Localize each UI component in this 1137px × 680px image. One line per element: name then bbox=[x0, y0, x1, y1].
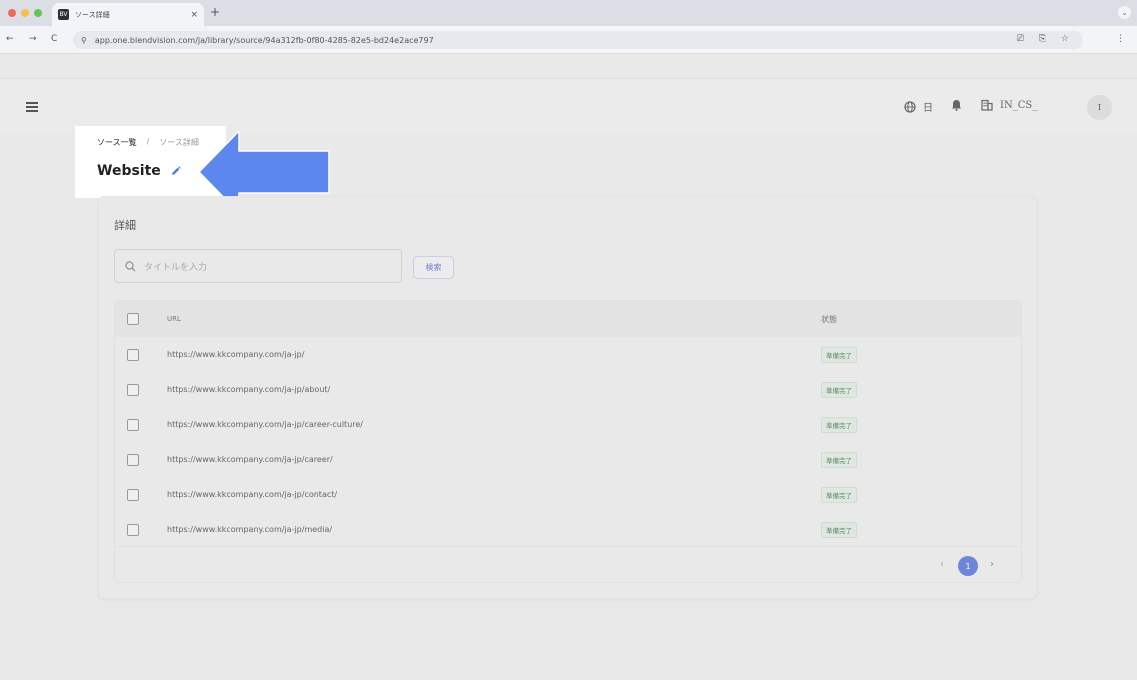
pencil-icon[interactable] bbox=[171, 166, 181, 176]
window-minimize-button[interactable] bbox=[21, 9, 29, 17]
details-section-title: 詳細 bbox=[114, 219, 136, 232]
status-badge: 準備完了 bbox=[821, 416, 857, 433]
pagination: ‹ 1 › bbox=[115, 546, 1021, 582]
language-switcher[interactable]: 日 bbox=[904, 99, 933, 114]
details-card: 詳細 タイトルを入力 検索 URL 状態 https://www.kkcompa… bbox=[98, 196, 1037, 599]
status-column-header: 状態 bbox=[821, 314, 837, 324]
table-row[interactable]: https://www.kkcompany.com/ja-jp/media/ 準… bbox=[115, 512, 1021, 547]
window-close-button[interactable] bbox=[8, 9, 16, 17]
globe-icon bbox=[904, 100, 916, 113]
tab-close-icon[interactable]: × bbox=[190, 10, 198, 20]
pagination-page-1[interactable]: 1 bbox=[958, 556, 978, 576]
breadcrumb: ソース一覧 / ソース詳細 bbox=[97, 137, 199, 148]
address-bar[interactable]: ⚲ app.one.blendvision.com/ja/library/sou… bbox=[73, 31, 1083, 49]
breadcrumb-source-list-link[interactable]: ソース一覧 bbox=[97, 137, 137, 148]
omnibox-actions-icon[interactable]: ⎚ ⎘ ☆ bbox=[1017, 34, 1075, 44]
user-avatar[interactable]: I bbox=[1087, 95, 1112, 120]
organization-label: IN_CS_ bbox=[1000, 99, 1038, 111]
back-button[interactable]: ← bbox=[6, 34, 14, 44]
window-zoom-button[interactable] bbox=[34, 9, 42, 17]
row-url: https://www.kkcompany.com/ja-jp/media/ bbox=[167, 525, 333, 534]
breadcrumb-current: ソース詳細 bbox=[159, 138, 199, 147]
pagination-next-icon[interactable]: › bbox=[990, 559, 994, 570]
bell-icon bbox=[952, 100, 961, 111]
tab-search-button[interactable]: ⌄ bbox=[1118, 6, 1131, 19]
tab-title: ソース詳細 bbox=[75, 10, 110, 19]
favicon-icon: BV bbox=[58, 9, 69, 20]
row-checkbox[interactable] bbox=[127, 453, 139, 466]
row-url: https://www.kkcompany.com/ja-jp/contact/ bbox=[167, 490, 338, 499]
search-icon bbox=[125, 260, 136, 271]
hamburger-menu-icon[interactable] bbox=[26, 102, 38, 112]
page-title-text: Website bbox=[97, 163, 161, 179]
browser-tab[interactable]: BV ソース詳細 × bbox=[52, 3, 204, 26]
forward-button[interactable]: → bbox=[29, 34, 37, 44]
table-header: URL 状態 bbox=[115, 301, 1021, 337]
table-row[interactable]: https://www.kkcompany.com/ja-jp/about/ 準… bbox=[115, 372, 1021, 407]
search-placeholder: タイトルを入力 bbox=[144, 262, 208, 273]
table-row[interactable]: https://www.kkcompany.com/ja-jp/ 準備完了 bbox=[115, 337, 1021, 372]
row-checkbox[interactable] bbox=[127, 348, 139, 361]
site-info-icon[interactable]: ⚲ bbox=[81, 36, 87, 45]
table-row[interactable]: https://www.kkcompany.com/ja-jp/contact/… bbox=[115, 477, 1021, 512]
row-url: https://www.kkcompany.com/ja-jp/about/ bbox=[167, 385, 331, 394]
row-url: https://www.kkcompany.com/ja-jp/ bbox=[167, 350, 305, 359]
title-search-input[interactable]: タイトルを入力 bbox=[114, 249, 402, 283]
url-column-header: URL bbox=[167, 315, 181, 323]
row-checkbox[interactable] bbox=[127, 418, 139, 431]
status-badge: 準備完了 bbox=[821, 521, 857, 538]
select-all-checkbox[interactable] bbox=[127, 313, 139, 325]
source-url-table: URL 状態 https://www.kkcompany.com/ja-jp/ … bbox=[114, 300, 1022, 583]
browser-menu-icon[interactable]: ⋮ bbox=[1116, 34, 1125, 44]
pagination-prev-icon[interactable]: ‹ bbox=[940, 559, 944, 570]
search-button[interactable]: 検索 bbox=[413, 256, 454, 279]
new-tab-button[interactable]: + bbox=[210, 5, 220, 19]
page-title: Website bbox=[97, 163, 181, 179]
organization-switcher[interactable]: IN_CS_ bbox=[981, 99, 1037, 111]
row-url: https://www.kkcompany.com/ja-jp/career/ bbox=[167, 455, 333, 464]
status-badge: 準備完了 bbox=[821, 486, 857, 503]
row-checkbox[interactable] bbox=[127, 488, 139, 501]
language-label: 日 bbox=[923, 103, 933, 114]
row-url: https://www.kkcompany.com/ja-jp/career-c… bbox=[167, 420, 363, 429]
notifications-button[interactable] bbox=[951, 99, 962, 111]
status-badge: 準備完了 bbox=[821, 346, 857, 363]
table-row[interactable]: https://www.kkcompany.com/ja-jp/career/ … bbox=[115, 442, 1021, 477]
browser-toolbar: ← → C ⚲ app.one.blendvision.com/ja/libra… bbox=[0, 26, 1137, 54]
browser-tab-bar: BV ソース詳細 × + ⌄ bbox=[0, 0, 1137, 26]
building-icon bbox=[981, 99, 993, 111]
status-badge: 準備完了 bbox=[821, 381, 857, 398]
row-checkbox[interactable] bbox=[127, 383, 139, 396]
row-checkbox[interactable] bbox=[127, 523, 139, 536]
url-text[interactable]: app.one.blendvision.com/ja/library/sourc… bbox=[95, 36, 434, 45]
table-row[interactable]: https://www.kkcompany.com/ja-jp/career-c… bbox=[115, 407, 1021, 442]
breadcrumb-separator: / bbox=[146, 137, 150, 146]
reload-button[interactable]: C bbox=[51, 34, 57, 44]
status-badge: 準備完了 bbox=[821, 451, 857, 468]
